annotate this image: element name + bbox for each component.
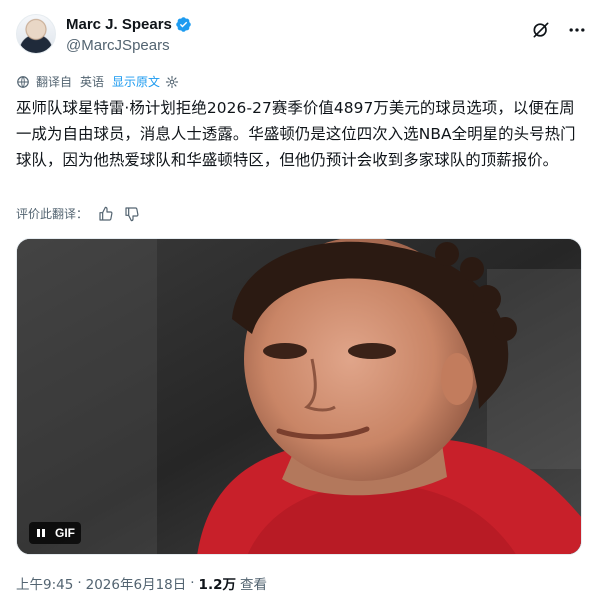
thumbs-down-icon[interactable]: [124, 206, 140, 222]
tweet-text: 巫师队球星特雷·杨计划拒绝2026-27赛季价值4897万美元的球员选项，以便在…: [16, 99, 576, 169]
tweet-meta: 上午9:45 · 2026年6月18日 · 1.2万 查看: [16, 573, 267, 593]
gear-icon[interactable]: [165, 75, 179, 89]
meta-separator: ·: [190, 575, 195, 591]
thumbs-up-icon[interactable]: [98, 206, 114, 222]
tweet-date[interactable]: 2026年6月18日: [86, 573, 187, 593]
rate-translation-row: 评价此翻译：: [16, 205, 140, 222]
rate-translation-label: 评价此翻译：: [16, 207, 89, 221]
gif-media[interactable]: GIF: [16, 238, 582, 555]
tweet-time[interactable]: 上午9:45: [16, 573, 73, 593]
translate-icon: [17, 75, 29, 88]
author-name-row: Marc J. Spears: [66, 16, 192, 33]
player-image: [17, 239, 581, 554]
tweet-header: Marc J. Spears @MarcJSpears: [16, 14, 589, 58]
views-count: 1.2万: [198, 577, 236, 593]
verified-badge-icon: [176, 17, 191, 32]
pause-icon[interactable]: [35, 527, 47, 539]
show-original-link[interactable]: 显示原文: [112, 73, 160, 90]
grok-icon[interactable]: [531, 20, 551, 40]
translated-from-label: 翻译自: [36, 75, 73, 89]
avatar[interactable]: [16, 14, 56, 54]
more-icon[interactable]: [567, 20, 587, 40]
gif-label: GIF: [55, 526, 75, 540]
gif-badge[interactable]: GIF: [29, 522, 81, 544]
translation-bar: 翻译自 英语 显示原文: [16, 73, 179, 90]
author-handle[interactable]: @MarcJSpears: [66, 37, 170, 54]
source-language: 英语: [80, 75, 105, 89]
author-display-name[interactable]: Marc J. Spears: [66, 16, 172, 33]
meta-separator: ·: [77, 575, 82, 591]
views-label: 查看: [239, 577, 267, 593]
